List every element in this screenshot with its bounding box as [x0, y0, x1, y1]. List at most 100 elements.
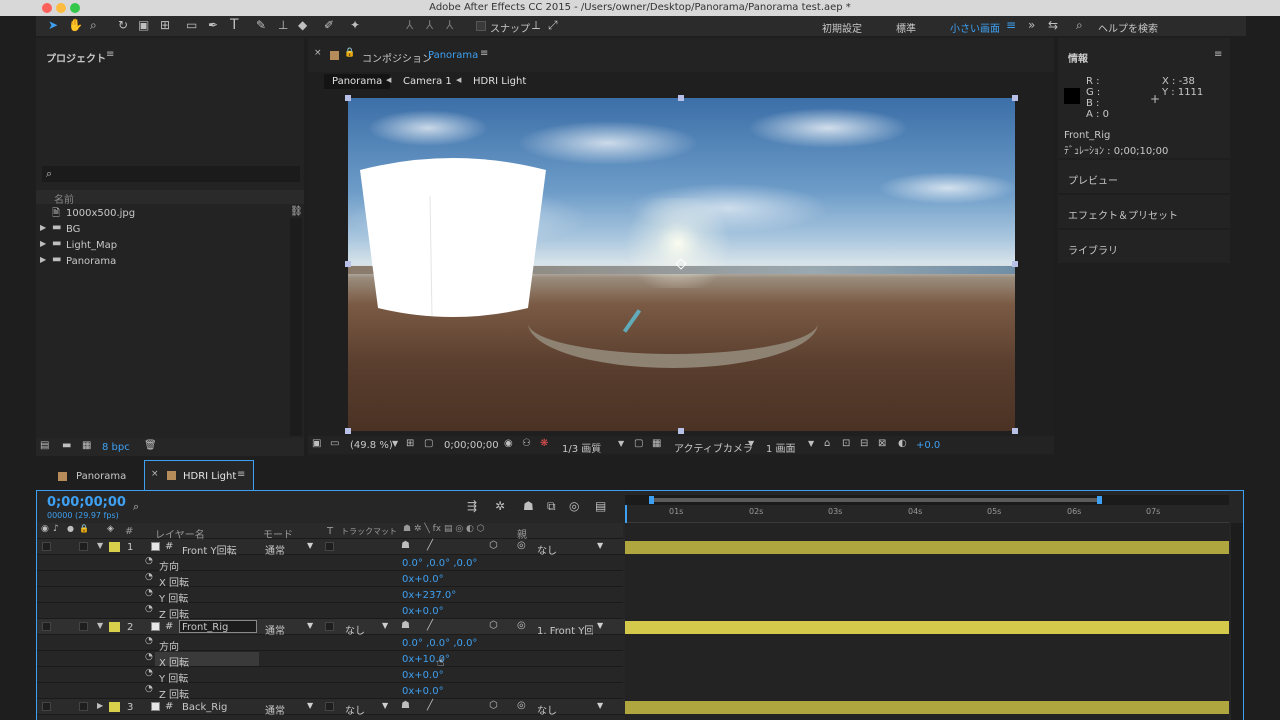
- property-row[interactable]: ◔ X 回転 0x+10.0° ☝: [37, 651, 623, 669]
- breadcrumb-camera[interactable]: Camera 1: [403, 76, 452, 87]
- puppet-tool-icon[interactable]: ✦: [350, 18, 360, 32]
- preview-panel[interactable]: プレビュー: [1058, 160, 1230, 193]
- panel-menu-icon[interactable]: ≡: [1214, 49, 1222, 60]
- region-of-interest-icon[interactable]: ▢: [634, 438, 643, 449]
- property-row[interactable]: ◔ Z 回転 0x+0.0°: [37, 603, 623, 621]
- name-column-header[interactable]: 名前: [54, 191, 74, 206]
- property-value[interactable]: 0x+0.0°: [402, 606, 444, 617]
- property-row[interactable]: ◔ Y 回転 0x+237.0°: [37, 587, 623, 605]
- resolution-dropdown[interactable]: 1/3 画質: [562, 440, 601, 455]
- comp-viewer[interactable]: [348, 98, 1015, 431]
- rotate-tool-icon[interactable]: ↻: [118, 18, 128, 32]
- camera-tool-icon[interactable]: ▣: [138, 18, 149, 32]
- parent-pickwhip-icon[interactable]: ◎: [517, 540, 526, 551]
- list-item[interactable]: ▶ ▬ BG: [36, 222, 288, 237]
- property-value[interactable]: 0x+0.0°: [402, 686, 444, 697]
- layer-bar[interactable]: [625, 701, 1229, 714]
- shy-switch-icon[interactable]: ☗: [401, 540, 410, 551]
- zoom-tool-icon[interactable]: ⌕: [90, 18, 97, 33]
- breadcrumb-hdri[interactable]: HDRI Light: [473, 76, 526, 87]
- stopwatch-icon[interactable]: ◔: [145, 556, 153, 566]
- property-row[interactable]: ◔ Y 回転 0x+0.0°: [37, 667, 623, 685]
- view-axis-icon[interactable]: ⅄: [446, 18, 453, 32]
- bit-depth-button[interactable]: 8 bpc: [102, 442, 130, 453]
- stopwatch-icon[interactable]: ◔: [145, 636, 153, 646]
- snapshot-icon[interactable]: ◉: [504, 438, 513, 449]
- navigator-start-handle[interactable]: [649, 496, 654, 504]
- search-help-icon[interactable]: ⌕: [1076, 18, 1083, 33]
- draft-3d-icon[interactable]: ✲: [495, 499, 505, 513]
- flowchart-icon[interactable]: ⊠: [878, 438, 886, 449]
- parent-pickwhip-icon[interactable]: ◎: [517, 620, 526, 631]
- help-search-field[interactable]: ヘルプを検索: [1098, 20, 1158, 35]
- property-row[interactable]: ◔ 方向 0.0° ,0.0° ,0.0°: [37, 555, 623, 573]
- timeline-timecode[interactable]: 0;00;00;00: [47, 495, 126, 510]
- expand-arrow-icon[interactable]: ▶: [40, 239, 46, 248]
- 3d-layer-switch-icon[interactable]: ⬡: [489, 620, 498, 631]
- fast-previews-icon[interactable]: ⊡: [842, 438, 850, 449]
- clone-stamp-tool-icon[interactable]: ⊥: [278, 18, 288, 32]
- more-workspaces-icon[interactable]: »: [1028, 18, 1035, 32]
- search-icon[interactable]: ⌕: [133, 500, 139, 514]
- white-placeholder-layer[interactable]: [358, 156, 548, 322]
- workspace-default[interactable]: 初期設定: [822, 20, 862, 35]
- parent-pickwhip-icon[interactable]: ◎: [517, 700, 526, 711]
- lock-icon[interactable]: 🔒: [344, 48, 355, 58]
- table-row[interactable]: ▼ 2 # Front_Rig 通常 ▼ なし ▼ ☗ ╱ ⬡ ◎ 1. Fro…: [37, 619, 643, 637]
- show-snapshot-icon[interactable]: ⚇: [522, 438, 531, 449]
- stopwatch-icon[interactable]: ◔: [145, 604, 153, 614]
- time-navigator[interactable]: [625, 495, 1229, 505]
- lock-toggle[interactable]: [79, 542, 88, 551]
- breadcrumb-panorama[interactable]: Panorama: [324, 74, 391, 89]
- snap-checkbox[interactable]: [476, 21, 486, 31]
- mask-visibility-icon[interactable]: ▢: [424, 438, 433, 449]
- panel-menu-icon[interactable]: ≡: [106, 49, 114, 60]
- type-tool-icon[interactable]: T: [230, 17, 239, 33]
- exposure-value[interactable]: +0.0: [916, 440, 940, 451]
- list-item[interactable]: ▶ ▬ Panorama: [36, 254, 288, 269]
- quality-switch-icon[interactable]: ╱: [427, 620, 433, 631]
- workspace-standard[interactable]: 標準: [896, 20, 916, 35]
- video-toggle[interactable]: [42, 622, 51, 631]
- new-folder-icon[interactable]: ▬: [62, 440, 71, 451]
- shy-switch-icon[interactable]: ☗: [401, 700, 410, 711]
- expand-arrow-icon[interactable]: ▶: [40, 223, 46, 232]
- timeline-scrollbar[interactable]: [1231, 523, 1243, 720]
- timeline-icon[interactable]: ⊟: [860, 438, 868, 449]
- grid-icon[interactable]: ⊞: [406, 438, 414, 449]
- trash-icon[interactable]: 🗑: [144, 440, 157, 451]
- table-row[interactable]: ▶ 3 # Back_Rig 通常 ▼ なし ▼ ☗ ╱ ⬡ ◎ なし ▼: [37, 699, 643, 717]
- eraser-tool-icon[interactable]: ◆: [298, 18, 307, 32]
- property-value[interactable]: 0.0° ,0.0° ,0.0°: [402, 558, 477, 569]
- panel-menu-icon[interactable]: ≡: [480, 48, 488, 59]
- monitor-icon[interactable]: ▭: [330, 438, 339, 449]
- hand-tool-icon[interactable]: ✋: [68, 18, 83, 32]
- quality-switch-icon[interactable]: ╱: [427, 700, 433, 711]
- shy-layers-icon[interactable]: ☗: [523, 499, 534, 513]
- preview-panel-title[interactable]: プレビュー: [1068, 172, 1118, 187]
- transform-handle[interactable]: [678, 95, 684, 101]
- rectangle-tool-icon[interactable]: ▭: [186, 18, 197, 32]
- table-row[interactable]: ▼ 1 # Front Y回転 通常 ▼ ☗ ╱ ⬡ ◎ なし ▼: [37, 539, 643, 557]
- 3d-layer-switch-icon[interactable]: ⬡: [489, 700, 498, 711]
- expand-arrow-icon[interactable]: ▼: [97, 621, 103, 630]
- current-time[interactable]: 0;00;00;00: [444, 440, 499, 451]
- effects-presets-title[interactable]: エフェクト＆プリセット: [1068, 207, 1178, 222]
- color-channel-icon[interactable]: ❋: [540, 438, 548, 449]
- tab-hdri-light[interactable]: × HDRI Light ≡: [144, 460, 254, 490]
- transform-handle[interactable]: [345, 261, 351, 267]
- lock-toggle[interactable]: [79, 622, 88, 631]
- always-preview-icon[interactable]: ▣: [312, 438, 321, 449]
- label-color[interactable]: [109, 542, 120, 552]
- stopwatch-icon[interactable]: ◔: [145, 588, 153, 598]
- stopwatch-icon[interactable]: ◔: [145, 652, 153, 662]
- new-composition-icon[interactable]: ▦: [82, 440, 91, 451]
- selection-tool-icon[interactable]: ➤: [48, 18, 58, 32]
- transform-handle[interactable]: [1012, 95, 1018, 101]
- transparency-grid-icon[interactable]: ▦: [652, 438, 661, 449]
- libraries-title[interactable]: ライブラリ: [1068, 242, 1118, 257]
- exposure-icon[interactable]: ◐: [898, 438, 907, 449]
- video-toggle[interactable]: [42, 702, 51, 711]
- zoom-dropdown[interactable]: (49.8 %): [350, 440, 393, 451]
- video-toggle[interactable]: [42, 542, 51, 551]
